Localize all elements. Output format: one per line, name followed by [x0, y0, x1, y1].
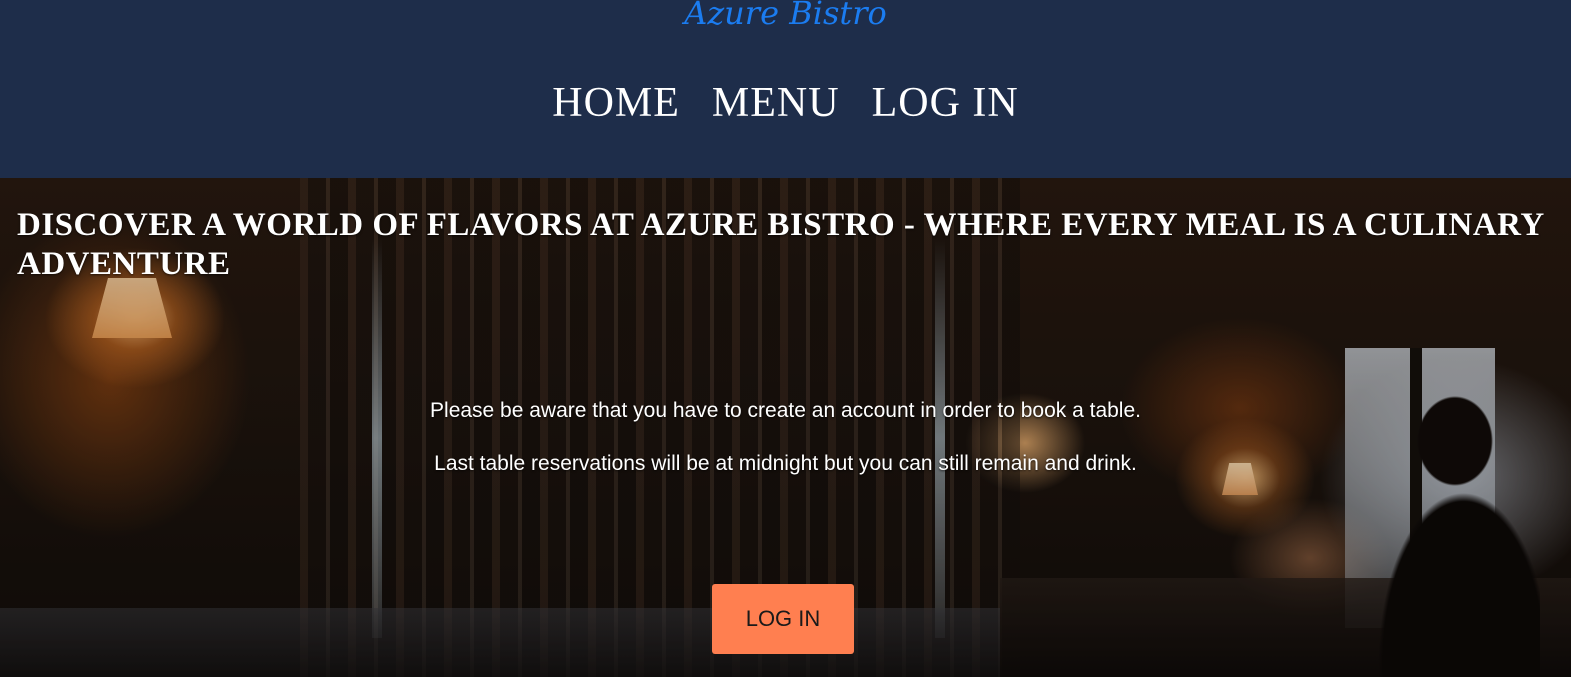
- page: Azure Bistro HOME MENU LOG IN DISCOVER A…: [0, 0, 1571, 677]
- account-notice: Please be aware that you have to create …: [430, 399, 1141, 422]
- nav-menu-link[interactable]: MENU: [712, 78, 840, 128]
- nav-home-link[interactable]: HOME: [552, 78, 680, 128]
- brand-logo[interactable]: Azure Bistro: [0, 0, 1571, 30]
- hero-title: DISCOVER A WORLD OF FLAVORS AT AZURE BIS…: [17, 207, 1544, 282]
- reservation-notice: Last table reservations will be at midni…: [434, 452, 1137, 475]
- login-button[interactable]: LOG IN: [712, 584, 854, 654]
- hero-section: DISCOVER A WORLD OF FLAVORS AT AZURE BIS…: [0, 178, 1571, 677]
- nav-login-link[interactable]: LOG IN: [872, 78, 1019, 128]
- site-header: Azure Bistro HOME MENU LOG IN: [0, 0, 1571, 178]
- main-nav: HOME MENU LOG IN: [0, 78, 1571, 128]
